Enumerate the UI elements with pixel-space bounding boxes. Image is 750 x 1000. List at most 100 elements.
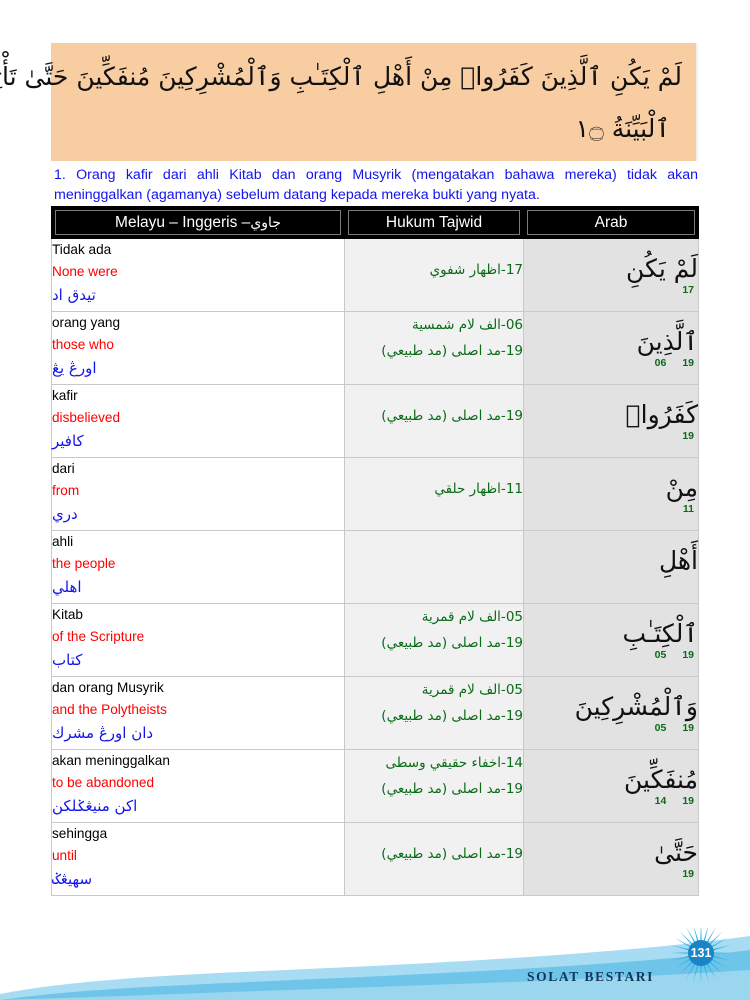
cell-melayu-inggeris-jawi: dan orang Musyrik and the Polytheists دان … (51, 676, 345, 750)
jawi-text: اهلي (52, 578, 82, 596)
arabic-number-markers: 19 (524, 869, 698, 880)
tajwid-rule: 05-الف لام قمرية (421, 609, 523, 625)
tajwid-number-marker: 19 (682, 649, 694, 661)
table-row: akan meninggalkan to be abandoned اكن منيڠ… (51, 749, 699, 823)
cell-arab: حَتَّىٰ 19 (523, 822, 699, 896)
tajwid-number-marker: 05 (654, 722, 667, 734)
tajwid-rule: 19-مد اصلى (مد طبيعي) (381, 635, 523, 651)
table-row: ahli the people اهلي أَهْلِ (51, 530, 699, 604)
cell-melayu-inggeris-jawi: Tidak ada None were تيدق اد (51, 238, 345, 312)
english-text: disbelieved (52, 410, 121, 425)
jawi-text: تيدق اد (52, 286, 96, 304)
english-text: until (52, 848, 77, 863)
arabic-word: ٱلْكِتَـٰبِ (622, 619, 699, 648)
footer-wave-decoration (0, 936, 750, 1000)
column-header-arab: Arab (523, 206, 699, 239)
cell-melayu-inggeris-jawi: orang yang those who اورڠ يڠ (51, 311, 345, 385)
malay-text: orang yang (52, 315, 121, 330)
arabic-word: كَفَرُوا۟ (625, 400, 698, 429)
page-number: 131 (690, 946, 712, 960)
tajwid-rule: 06-الف لام شمسية (411, 317, 523, 333)
table-row: kafir disbelieved كافير 19-مد اصلى (مد طبيع… (51, 384, 699, 458)
tajwid-rule: 19-مد اصلى (مد طبيعي) (381, 408, 523, 424)
tajwid-rule: 19-مد اصلى (مد طبيعي) (381, 343, 523, 359)
cell-arab: أَهْلِ (523, 530, 699, 604)
malay-text: dari (52, 461, 75, 476)
english-text: and the Polytheists (52, 702, 167, 717)
english-text: of the Scripture (52, 629, 145, 644)
translation-paragraph: 1. Orang kafir dari ahli Kitab dan orang… (54, 167, 698, 203)
cell-melayu-inggeris-jawi: Kitab of the Scripture كتاب (51, 603, 345, 677)
malay-text: Tidak ada (52, 242, 112, 257)
tajwid-rule: 14-اخفاء حقيقي وسطى (385, 755, 523, 771)
tajwid-number-marker: 11 (682, 503, 694, 515)
table-row: dari from دري 11-اظهار حلقي مِنْ 11 (51, 457, 699, 531)
cell-melayu-inggeris-jawi: akan meninggalkan to be abandoned اكن منيڠ… (51, 749, 345, 823)
tajwid-rule: 11-اظهار حلقي (434, 481, 523, 497)
malay-text: dan orang Musyrik (52, 680, 164, 695)
tajwid-number-marker: 19 (682, 357, 694, 369)
cell-hukum-tajwid: 19-مد اصلى (مد طبيعي) (344, 822, 524, 896)
table-row: dan orang Musyrik and the Polytheists دان … (51, 676, 699, 750)
cell-melayu-inggeris-jawi: kafir disbelieved كافير (51, 384, 345, 458)
column-header-tajwid: Hukum Tajwid (344, 206, 524, 239)
arabic-number-markers: 1905 (524, 650, 698, 661)
arabic-word: مِنْ (665, 473, 698, 502)
word-breakdown-table: Melayu – Inggeris –جاوي Hukum Tajwid Ara… (51, 206, 699, 896)
malay-text: sehingga (52, 826, 108, 841)
english-text: from (52, 483, 80, 498)
column-header-melayu-label: Melayu – Inggeris – (115, 214, 251, 231)
malay-text: Kitab (52, 607, 83, 622)
arabic-number-markers: 11 (524, 504, 698, 515)
column-header-melayu-jawi: جاوي (250, 215, 281, 231)
arabic-number-markers: 19 (524, 431, 698, 442)
table-row: orang yang those who اورڠ يڠ 06-الف لام شمس… (51, 311, 699, 385)
jawi-text: دان اورڠ مشرك (52, 724, 154, 742)
table-row: Kitab of the Scripture كتاب 05-الف لام قمري… (51, 603, 699, 677)
jawi-text: كافير (52, 432, 84, 450)
arabic-word: وَٱلْمُشْرِكِينَ (574, 692, 698, 721)
cell-melayu-inggeris-jawi: dari from دري (51, 457, 345, 531)
cell-melayu-inggeris-jawi: sehingga until سهيڠݢ (51, 822, 345, 896)
table-body: Tidak ada None were تيدق اد 17-اظهار شفوي لَ… (51, 238, 699, 896)
tajwid-number-marker: 19 (682, 430, 694, 442)
malay-text: akan meninggalkan (52, 753, 170, 768)
ayah-banner: لَمْ يَكُنِ ٱلَّذِينَ كَفَرُوا۟ مِنْ أَه… (0, 43, 698, 161)
english-text: those who (52, 337, 114, 352)
cell-hukum-tajwid: 17-اظهار شفوي (344, 238, 524, 312)
cell-hukum-tajwid: 06-الف لام شمسية 19-مد اصلى (مد طبيعي) (344, 311, 524, 385)
jawi-text: كتاب (52, 651, 83, 669)
tajwid-rule: 19-مد اصلى (مد طبيعي) (381, 846, 523, 862)
tajwid-rule: 19-مد اصلى (مد طبيعي) (381, 781, 523, 797)
tajwid-rule: 19-مد اصلى (مد طبيعي) (381, 708, 523, 724)
english-text: to be abandoned (52, 775, 155, 790)
jawi-text: اكن منيڠݢلكن (52, 797, 138, 815)
tajwid-number-marker: 19 (682, 795, 694, 807)
table-header-row: Melayu – Inggeris –جاوي Hukum Tajwid Ara… (51, 206, 699, 239)
cell-arab: مِنْ 11 (523, 457, 699, 531)
malay-text: ahli (52, 534, 74, 549)
cell-arab: وَٱلْمُشْرِكِينَ 19 05 (523, 676, 699, 750)
cell-hukum-tajwid: 19-مد اصلى (مد طبيعي) (344, 384, 524, 458)
tajwid-rule: 17-اظهار شفوي (429, 262, 523, 278)
arabic-number-markers: 1906 (524, 358, 698, 369)
tajwid-number-marker: 05 (654, 649, 667, 661)
cell-melayu-inggeris-jawi: ahli the people اهلي (51, 530, 345, 604)
arabic-word: مُنفَكِّينَ (624, 765, 698, 794)
table-row: sehingga until سهيڠݢ 19-مد اصلى (مد طبيعي) ح… (51, 822, 699, 896)
jawi-text: دري (52, 505, 78, 523)
arabic-word: أَهْلِ (658, 546, 698, 575)
table-row: Tidak ada None were تيدق اد 17-اظهار شفوي لَ… (51, 238, 699, 312)
english-text: the people (52, 556, 116, 571)
arabic-word: ٱلَّذِينَ (636, 327, 698, 356)
cell-arab: ٱلْكِتَـٰبِ 1905 (523, 603, 699, 677)
cell-hukum-tajwid: 05-الف لام قمرية 19-مد اصلى (مد طبيعي) (344, 676, 524, 750)
ayah-line-2: ٱلْبَيِّنَةُ ۝١ (575, 114, 670, 143)
jawi-text: اورڠ يڠ (52, 359, 97, 377)
cell-arab: كَفَرُوا۟ 19 (523, 384, 699, 458)
cell-hukum-tajwid: 11-اظهار حلقي (344, 457, 524, 531)
column-header-arab-label: Arab (527, 210, 695, 235)
tajwid-number-marker: 06 (654, 357, 667, 369)
tajwid-number-marker: 19 (682, 722, 694, 734)
tajwid-rule: 05-الف لام قمرية (421, 682, 523, 698)
